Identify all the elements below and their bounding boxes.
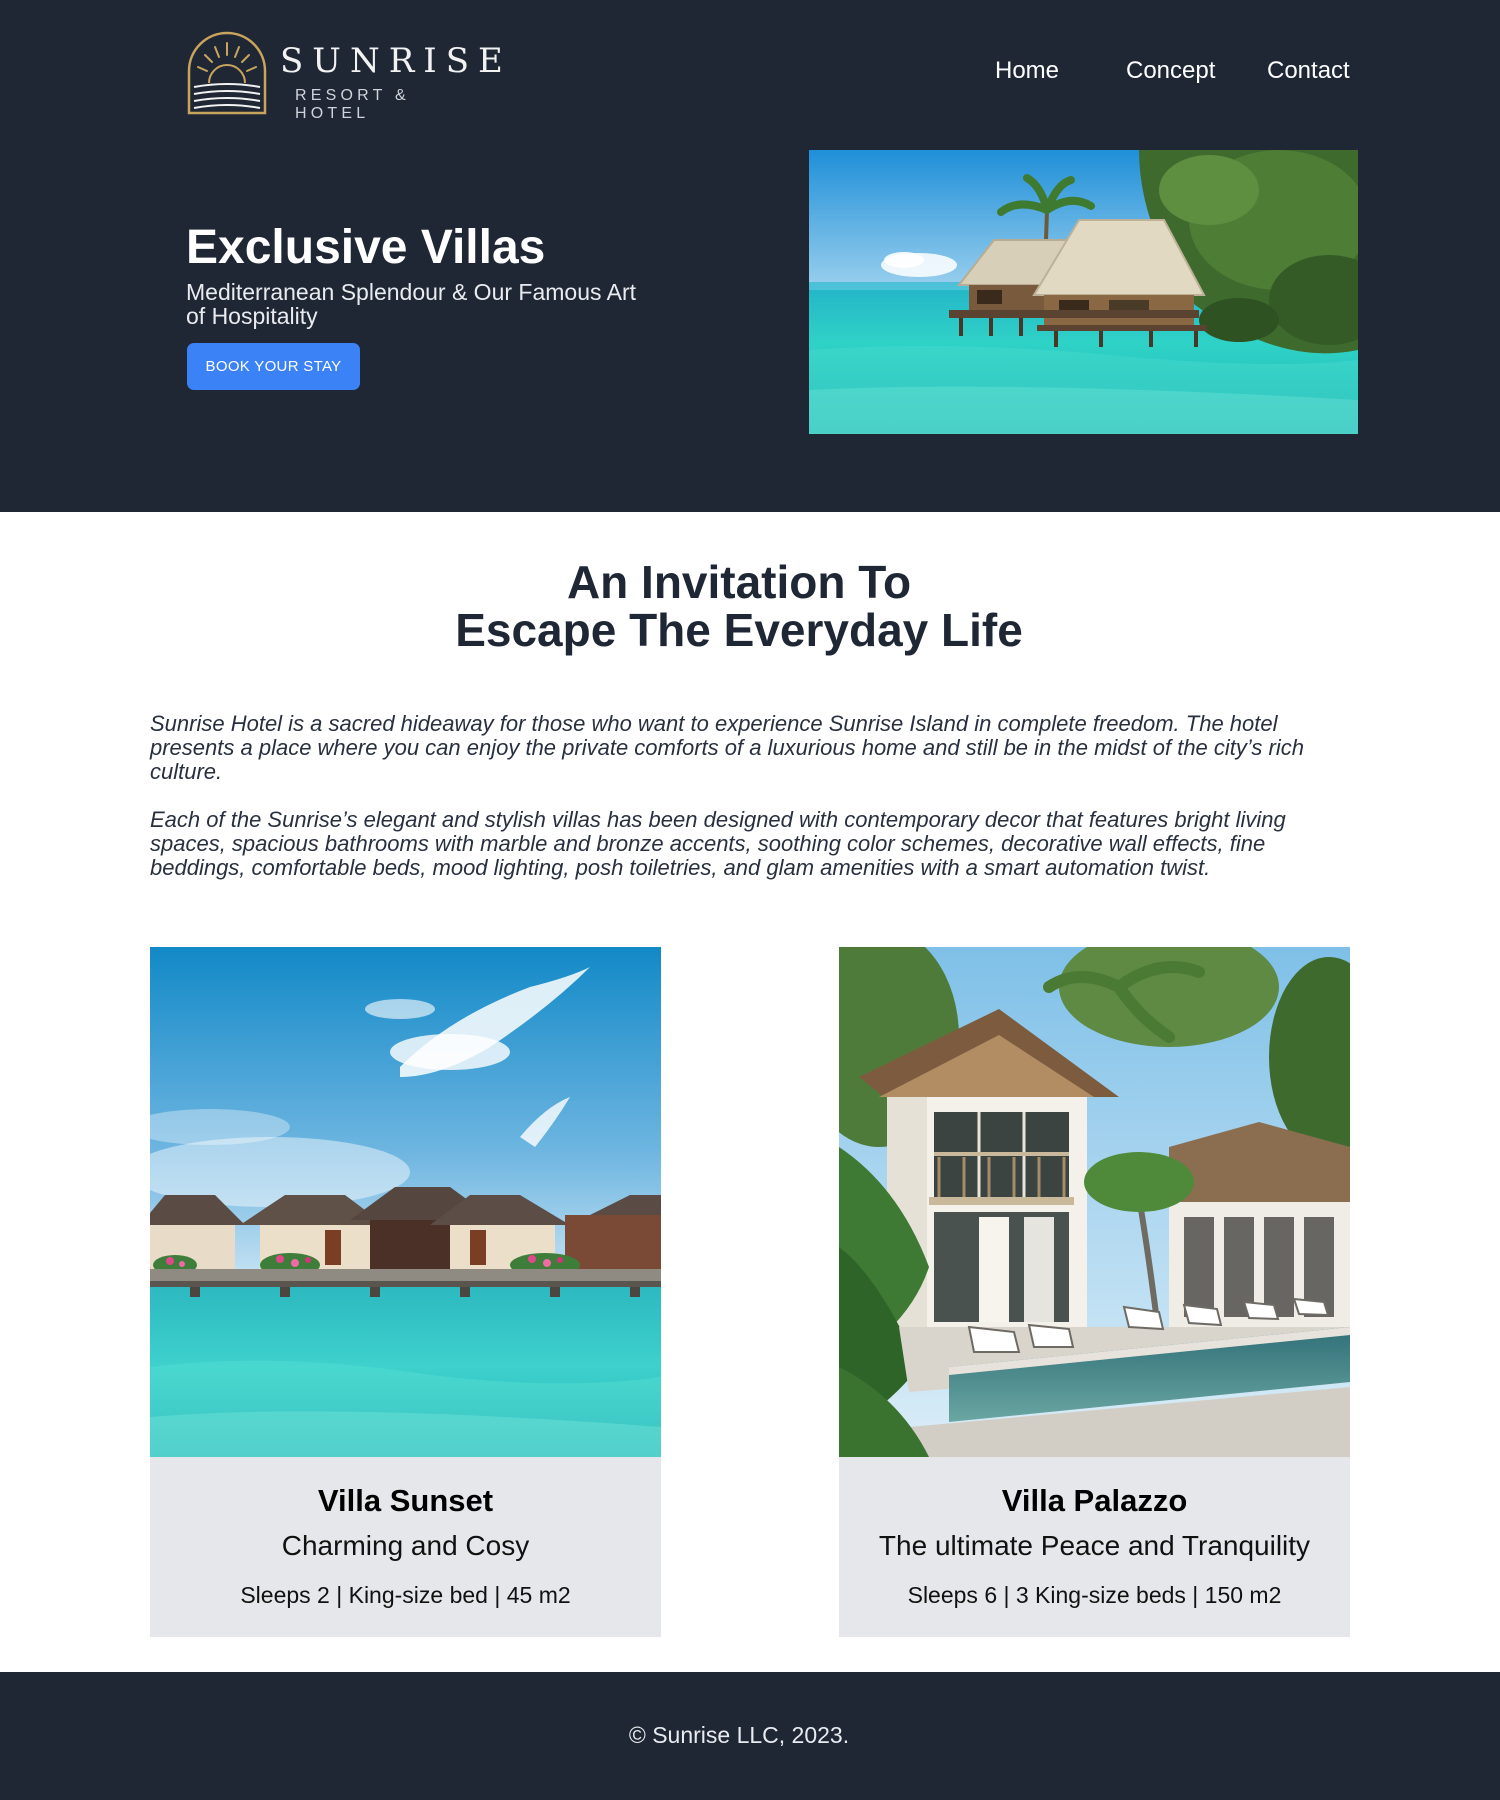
villa-card-palazzo[interactable]: Villa Palazzo The ultimate Peace and Tra…: [839, 947, 1350, 1637]
villa-card-sunset[interactable]: Villa Sunset Charming and Cosy Sleeps 2 …: [150, 947, 661, 1637]
hero-title: Exclusive Villas: [186, 221, 546, 274]
intro-paragraph-1: Sunrise Hotel is a sacred hideaway for t…: [150, 711, 1304, 784]
footer-copyright: © Sunrise LLC, 2023.: [628, 1722, 850, 1748]
hero-section: SUNRISE RESORT & HOTEL Home Concept Cont…: [0, 0, 1500, 512]
villa-specs: Sleeps 2 | King-size bed | 45 m2: [240, 1582, 571, 1608]
main-nav: Home Concept Contact: [0, 57, 1500, 89]
intro-paragraph-2: Each of the Sunrise’s elegant and stylis…: [150, 807, 1286, 880]
site-footer: © Sunrise LLC, 2023.: [0, 1672, 1500, 1800]
brand-tagline: RESORT & HOTEL: [295, 87, 410, 122]
villa-name: Villa Sunset: [317, 1483, 494, 1518]
intro-title: An Invitation To Escape The Everyday Lif…: [0, 558, 1478, 654]
villa-name: Villa Palazzo: [1001, 1483, 1188, 1518]
pool-villa-photo-icon: [839, 947, 1350, 1457]
overwater-bungalow-photo-icon: [809, 150, 1358, 434]
villa-specs: Sleeps 6 | 3 King-size beds | 150 m2: [907, 1582, 1282, 1608]
hero-image: [809, 150, 1358, 434]
villa-tagline: The ultimate Peace and Tranquility: [878, 1530, 1311, 1561]
book-your-stay-button[interactable]: BOOK YOUR STAY: [187, 343, 360, 390]
water-villas-photo-icon: [150, 947, 661, 1457]
intro-title-line-2: Escape The Everyday Life: [455, 604, 1023, 656]
nav-link-concept[interactable]: Concept: [1126, 57, 1215, 85]
hero-subtitle: Mediterranean Splendour & Our Famous Art…: [186, 279, 637, 329]
villa-card-image: [839, 947, 1350, 1457]
nav-link-home[interactable]: Home: [995, 57, 1059, 85]
intro-title-line-1: An Invitation To: [566, 556, 912, 608]
villa-tagline: Charming and Cosy: [281, 1530, 530, 1561]
villa-card-image: [150, 947, 661, 1457]
nav-link-contact[interactable]: Contact: [1267, 57, 1350, 85]
